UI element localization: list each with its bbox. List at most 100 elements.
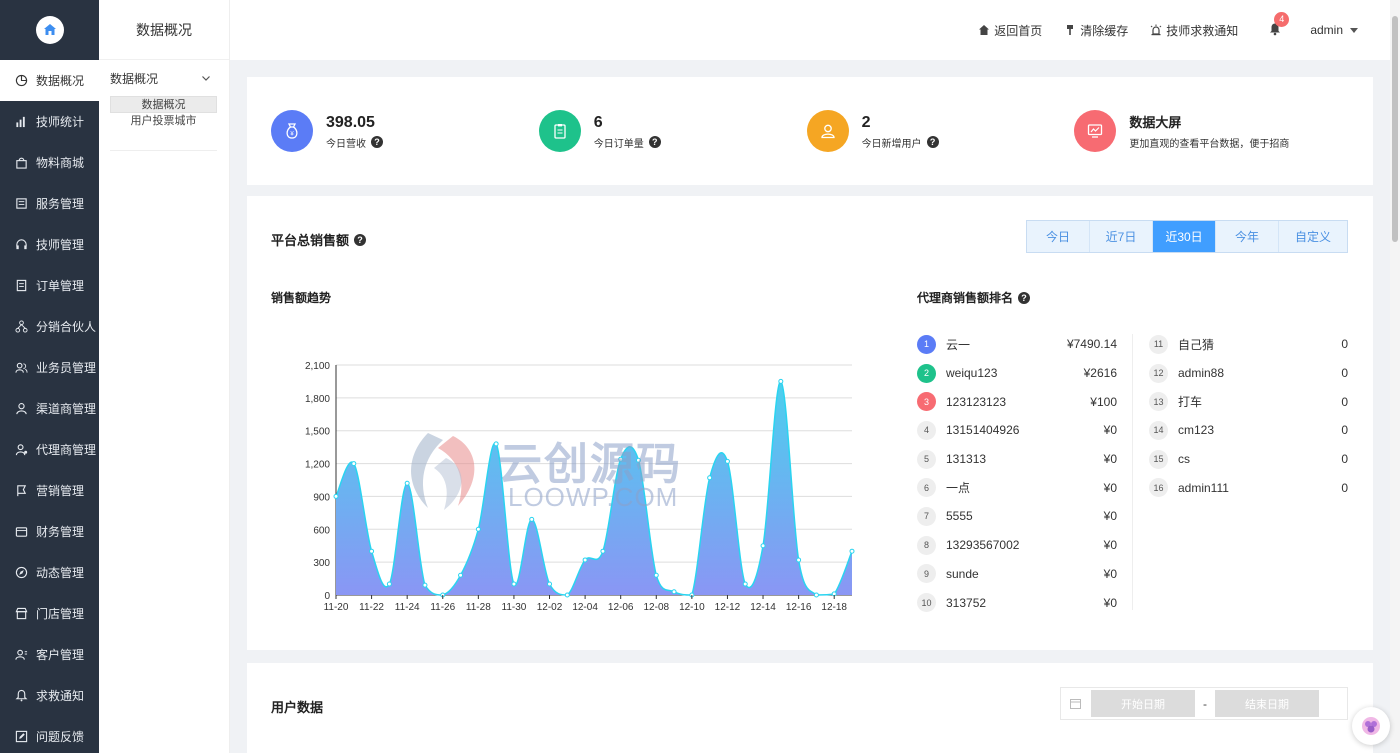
data-point[interactable] — [796, 557, 802, 563]
home-link[interactable]: 返回首页 — [978, 22, 1042, 39]
sidebar-item-16[interactable]: 问题反馈 — [0, 716, 99, 753]
tab-4[interactable]: 自定义 — [1279, 221, 1347, 252]
data-point[interactable] — [618, 456, 624, 462]
date-separator: - — [1203, 696, 1207, 711]
edit-icon — [14, 730, 28, 744]
brush-icon — [1067, 25, 1074, 35]
data-point[interactable] — [333, 493, 339, 499]
data-point[interactable] — [653, 572, 659, 578]
sidebar-item-9[interactable]: 代理商管理 — [0, 429, 99, 470]
data-point[interactable] — [742, 581, 748, 587]
data-point[interactable] — [671, 589, 677, 595]
sidebar-item-3[interactable]: 服务管理 — [0, 183, 99, 224]
sub-sidebar-group[interactable]: 数据概况 — [99, 60, 229, 96]
rank-number: 16 — [1149, 478, 1168, 498]
rank-value: 0 — [1341, 366, 1348, 381]
x-tick-label: 12-08 — [643, 602, 669, 613]
ranking-row: 1 云一 ¥7490.14 — [917, 330, 1117, 359]
data-point[interactable] — [564, 592, 570, 598]
data-point[interactable] — [707, 475, 713, 481]
start-date-input[interactable]: 开始日期 — [1091, 690, 1195, 717]
help-icon[interactable]: ? — [926, 136, 939, 148]
revenue-label: 今日营收 — [326, 138, 366, 150]
sidebar-item-12[interactable]: 动态管理 — [0, 552, 99, 593]
big-screen-title: 数据大屏 — [1129, 114, 1182, 130]
rank-number: 2 — [917, 363, 936, 383]
tab-1[interactable]: 近7日 — [1090, 221, 1153, 252]
sidebar-item-1[interactable]: 技师统计 — [0, 101, 99, 142]
data-point[interactable] — [458, 572, 464, 578]
data-point[interactable] — [475, 526, 481, 532]
data-point[interactable] — [511, 581, 517, 587]
data-point[interactable] — [369, 548, 375, 554]
sidebar-item-14[interactable]: 客户管理 — [0, 634, 99, 675]
sidebar-item-6[interactable]: 分销合伙人 — [0, 306, 99, 347]
rank-number: 13 — [1149, 392, 1168, 412]
home-logo-icon[interactable] — [35, 16, 64, 44]
ranking-divider — [1132, 334, 1133, 610]
alarm-icon — [1150, 24, 1162, 36]
rank-name: 云一 — [946, 337, 971, 352]
sidebar-item-label: 营销管理 — [36, 484, 85, 498]
data-point[interactable] — [582, 557, 588, 563]
end-date-input[interactable]: 结束日期 — [1215, 690, 1319, 717]
data-point[interactable] — [404, 480, 410, 486]
help-icon[interactable]: ? — [354, 233, 367, 246]
sidebar-item-13[interactable]: 门店管理 — [0, 593, 99, 634]
data-point[interactable] — [547, 581, 553, 587]
tab-2[interactable]: 近30日 — [1153, 221, 1216, 252]
user-name: admin — [1310, 23, 1343, 37]
data-point[interactable] — [493, 441, 499, 447]
data-point[interactable] — [422, 582, 428, 588]
notification-bell[interactable]: 4 — [1268, 12, 1290, 38]
sidebar-item-7[interactable]: 业务员管理 — [0, 347, 99, 388]
sub-sidebar-item-vote-city[interactable]: 用户投票城市 — [110, 113, 217, 130]
tab-0[interactable]: 今日 — [1027, 221, 1090, 252]
rank-name: cs — [1178, 452, 1190, 467]
stat-orders: 6 今日订单量? — [538, 110, 807, 152]
data-point[interactable] — [813, 592, 819, 598]
sidebar-item-label: 物料商城 — [36, 156, 85, 170]
user-icon — [14, 402, 28, 416]
stat-big-screen[interactable]: 数据大屏 更加直观的查看平台数据，便于招商 — [1074, 110, 1373, 152]
user-menu[interactable]: admin — [1310, 23, 1358, 37]
data-point[interactable] — [386, 581, 392, 587]
caret-down-icon — [1350, 27, 1358, 33]
data-point[interactable] — [529, 516, 535, 522]
data-point[interactable] — [778, 378, 784, 384]
sidebar-item-15[interactable]: 求救通知 — [0, 675, 99, 716]
sidebar-item-5[interactable]: 订单管理 — [0, 265, 99, 306]
sub-sidebar-item-overview[interactable]: 数据概况 — [110, 96, 217, 113]
help-icon[interactable]: ? — [371, 136, 383, 148]
help-icon[interactable]: ? — [648, 136, 661, 148]
sidebar-item-4[interactable]: 技师管理 — [0, 224, 99, 265]
date-range-picker[interactable]: 开始日期 - 结束日期 — [1060, 687, 1348, 720]
clear-cache-link[interactable]: 清除缓存 — [1064, 22, 1128, 39]
marketing-icon — [14, 484, 28, 498]
sidebar-item-11[interactable]: 财务管理 — [0, 511, 99, 552]
data-point[interactable] — [635, 457, 641, 463]
rank-value: 0 — [1341, 480, 1348, 495]
assistant-fab[interactable] — [1352, 707, 1390, 745]
sidebar-item-10[interactable]: 营销管理 — [0, 470, 99, 511]
tab-3[interactable]: 今年 — [1216, 221, 1279, 252]
customer-icon — [14, 648, 28, 662]
data-point[interactable] — [600, 548, 606, 554]
data-point[interactable] — [351, 461, 357, 467]
data-point[interactable] — [760, 543, 766, 549]
sub-sidebar-divider — [110, 150, 217, 151]
help-icon[interactable]: ? — [1018, 291, 1031, 304]
data-point[interactable] — [724, 458, 730, 464]
sidebar-item-2[interactable]: 物料商城 — [0, 142, 99, 183]
home-link-label: 返回首页 — [994, 23, 1043, 38]
scroll-thumb[interactable] — [1392, 16, 1398, 242]
data-point[interactable] — [849, 548, 855, 554]
user-icon — [806, 110, 849, 152]
rank-name: cm123 — [1178, 423, 1215, 438]
sidebar-item-8[interactable]: 渠道商管理 — [0, 388, 99, 429]
ranking-row: 7 5555 ¥0 — [917, 502, 1117, 531]
main-sidebar: 数据概况 技师统计物料商城服务管理 技师管理 订单管理 分销合伙人 业务员管理 渠道商管理代… — [0, 0, 99, 753]
sos-notice-link[interactable]: 技师求救通知 — [1150, 22, 1238, 39]
sidebar-item-0[interactable]: 数据概况 — [0, 60, 99, 101]
page-scrollbar[interactable] — [1390, 0, 1400, 753]
